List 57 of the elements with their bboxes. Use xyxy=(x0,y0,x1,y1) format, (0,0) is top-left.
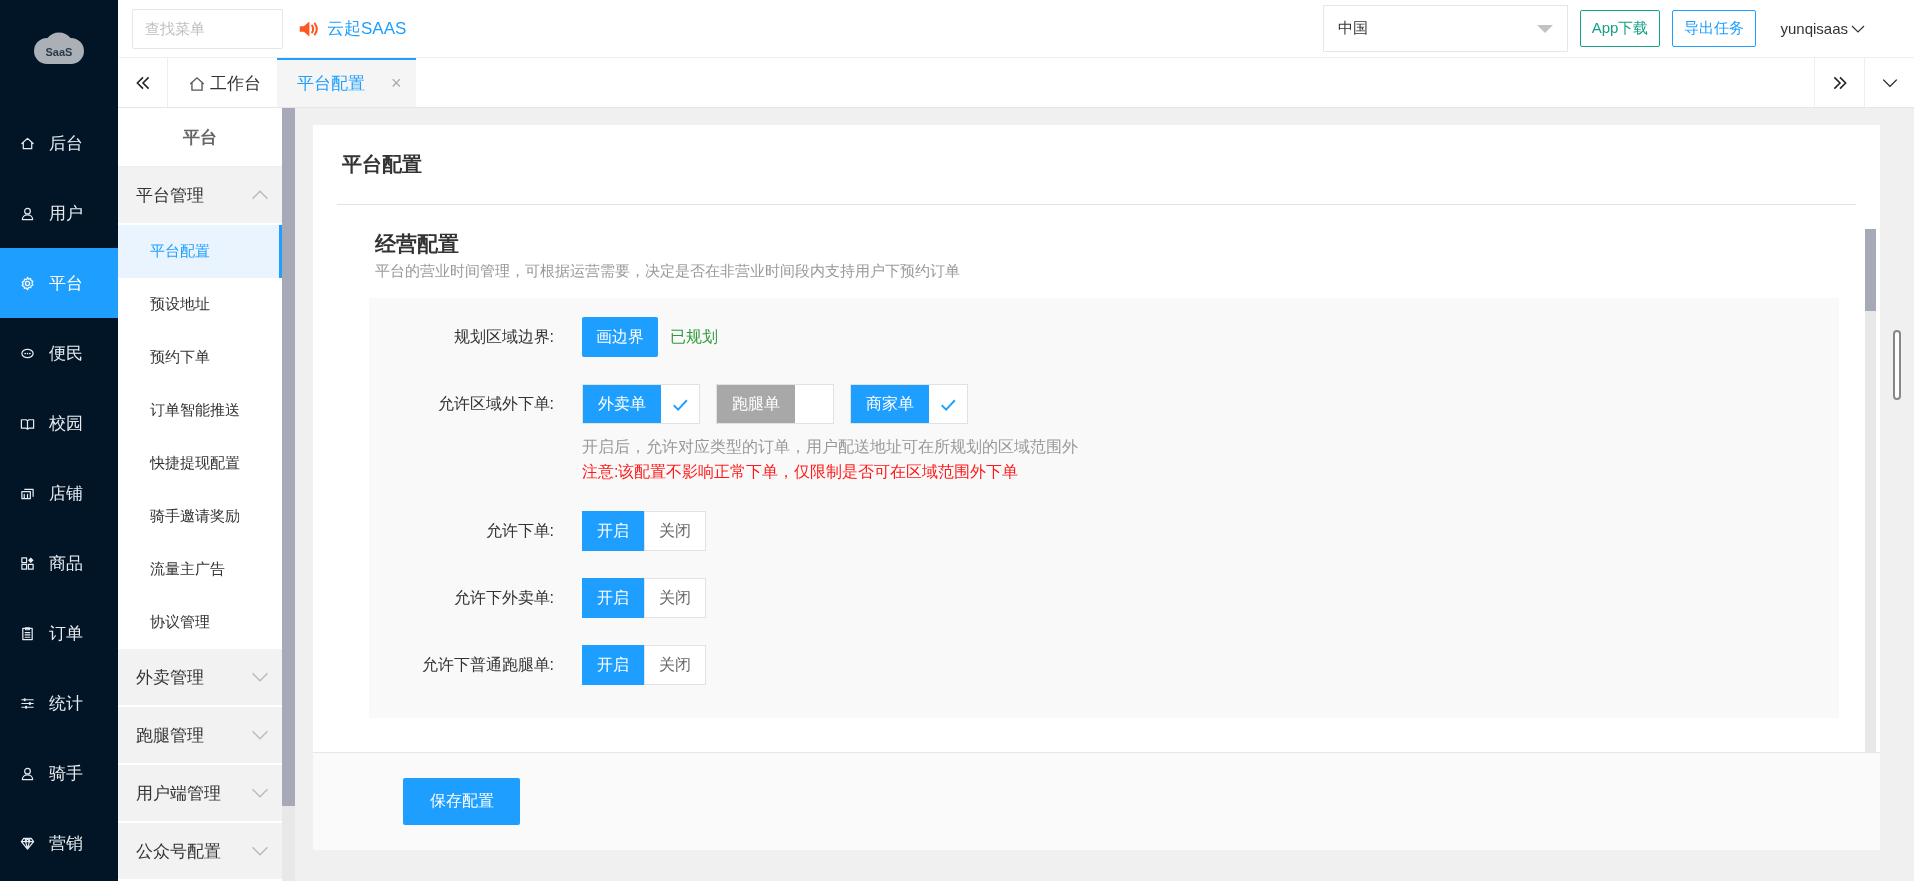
field-label: 允许区域外下单: xyxy=(436,394,554,414)
gear-icon xyxy=(20,275,35,291)
cloud-icon xyxy=(34,32,84,64)
grid-icon xyxy=(20,555,35,571)
submenu-item[interactable]: 流量主广告 xyxy=(118,543,282,596)
nav-item[interactable]: 商品 xyxy=(0,528,118,598)
field-label: 允许下单: xyxy=(484,521,554,541)
caret-icon xyxy=(1536,24,1553,33)
nav-item[interactable]: 用户 xyxy=(0,178,118,248)
nav-item[interactable]: 统计 xyxy=(0,668,118,738)
nav-item[interactable]: 便民 xyxy=(0,318,118,388)
diamond-icon xyxy=(20,835,35,851)
section-description: 平台的营业时间管理，可根据运营需要，决定是否在非营业时间段内支持用户下预约订单 xyxy=(375,261,961,281)
hint-text: 开启后，允许对应类型的订单，用户配送地址可在所规划的区域范围外 xyxy=(582,437,1078,457)
nav-item[interactable]: 骑手 xyxy=(0,738,118,808)
nav-item[interactable]: 营销 xyxy=(0,808,118,878)
nav-item[interactable]: 校园 xyxy=(0,388,118,458)
menu-group[interactable]: 平台管理 xyxy=(118,167,282,225)
scroll-right-button[interactable] xyxy=(1814,58,1864,107)
menu-group[interactable]: 公众号配置 xyxy=(118,823,282,881)
toggle-option[interactable]: 关闭 xyxy=(644,645,706,685)
field-label: 规划区域边界: xyxy=(452,327,554,347)
toggle-option[interactable]: 关闭 xyxy=(644,578,706,618)
home-icon xyxy=(20,135,35,151)
submenu-item[interactable]: 订单智能推送 xyxy=(118,384,282,437)
warning-text: 注意:该配置不影响正常下单，仅限制是否可在区域范围外下单 xyxy=(582,462,1020,482)
menu-group[interactable]: 跑腿管理 xyxy=(118,707,282,765)
sliders-icon xyxy=(20,695,35,711)
notice-text: 云起SAAS xyxy=(327,18,407,40)
user-icon xyxy=(20,765,35,781)
scroll-indicator xyxy=(1893,330,1901,400)
page-title: 平台配置 xyxy=(337,125,1856,205)
user-menu[interactable]: yunqisaas xyxy=(1780,20,1866,37)
menu-group[interactable]: 用户端管理 xyxy=(118,765,282,823)
nav-item[interactable]: 后台 xyxy=(0,108,118,178)
submenu-item[interactable]: 快捷提现配置 xyxy=(118,437,282,490)
nav-item[interactable]: 订单 xyxy=(0,598,118,668)
submenu-item[interactable]: 协议管理 xyxy=(118,596,282,649)
field-label: 允许下普通跑腿单: xyxy=(420,655,554,675)
submenu-item[interactable]: 骑手邀请奖励 xyxy=(118,490,282,543)
tab[interactable]: 工作台 xyxy=(168,58,277,107)
scrollbar-thumb[interactable] xyxy=(1865,229,1876,311)
home-icon xyxy=(188,74,206,93)
user-icon xyxy=(20,205,35,221)
collapse-button[interactable] xyxy=(118,58,168,107)
nav-item[interactable]: 店铺 xyxy=(0,458,118,528)
section-title: 经营配置 xyxy=(375,231,460,257)
submenu-item[interactable]: 预约下单 xyxy=(118,331,282,384)
clipboard-icon xyxy=(20,625,35,641)
menu-group[interactable]: 外卖管理 xyxy=(118,649,282,707)
submenu-item[interactable]: 预设地址 xyxy=(118,278,282,331)
toggle-option[interactable]: 关闭 xyxy=(644,511,706,551)
search-field[interactable]: 查找菜单 xyxy=(132,8,283,49)
field-label: 允许下外卖单: xyxy=(452,588,554,608)
region-select[interactable]: 中国 xyxy=(1322,5,1568,52)
status-text: 已规划 xyxy=(670,326,718,347)
logo-text: SaaS xyxy=(45,46,73,58)
